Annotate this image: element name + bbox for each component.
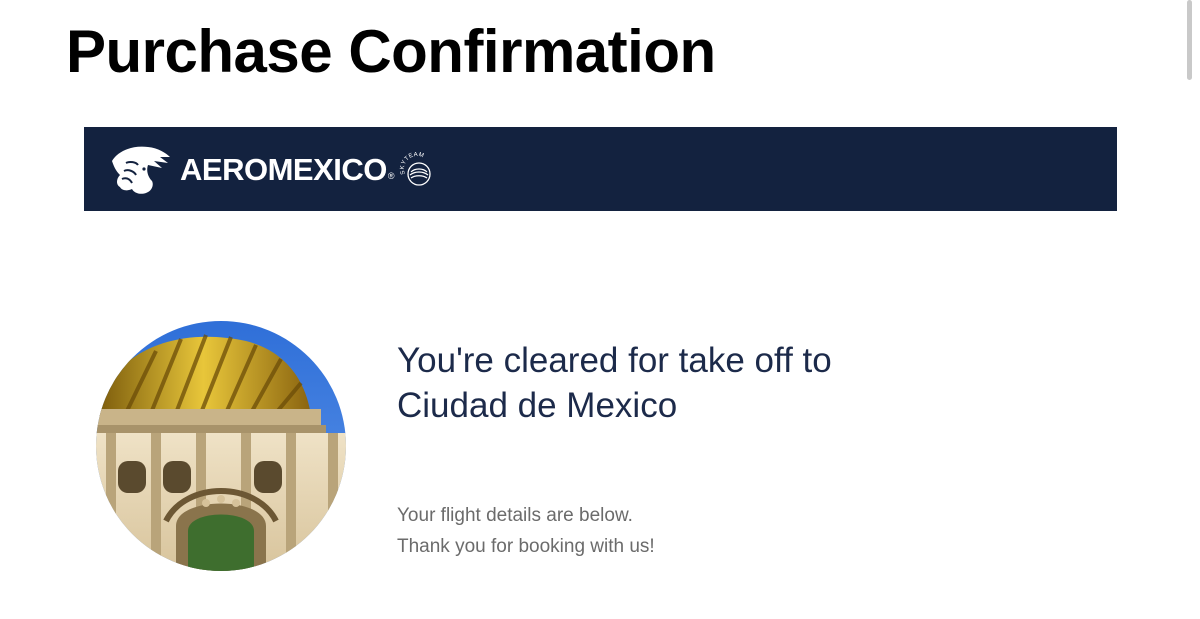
purchase-confirmation-page: Purchase Confirmation AEROMEXICO ® SKYTE… — [0, 0, 1200, 619]
aeromexico-logo[interactable]: AEROMEXICO ® SKYTEAM — [108, 141, 437, 197]
flight-details-text: Your flight details are below. — [397, 505, 633, 526]
hero-heading: You're cleared for take off to Ciudad de… — [397, 338, 997, 428]
hero-heading-line1: You're cleared for take off to — [397, 341, 832, 380]
scrollbar[interactable] — [1187, 0, 1192, 80]
brand-name: AEROMEXICO — [180, 152, 387, 187]
aztec-head-icon — [112, 146, 170, 194]
registered-mark: ® — [387, 171, 395, 181]
thank-you-text: Thank you for booking with us! — [397, 536, 655, 557]
hero-message: Your flight details are below. Thank you… — [397, 500, 997, 562]
page-title: Purchase Confirmation — [66, 18, 716, 85]
palacio-de-bellas-artes-image — [96, 321, 346, 571]
skyteam-icon: SKYTEAM — [399, 152, 431, 186]
destination-city: Ciudad de Mexico — [397, 386, 678, 425]
brand-banner: AEROMEXICO ® SKYTEAM — [84, 127, 1117, 211]
